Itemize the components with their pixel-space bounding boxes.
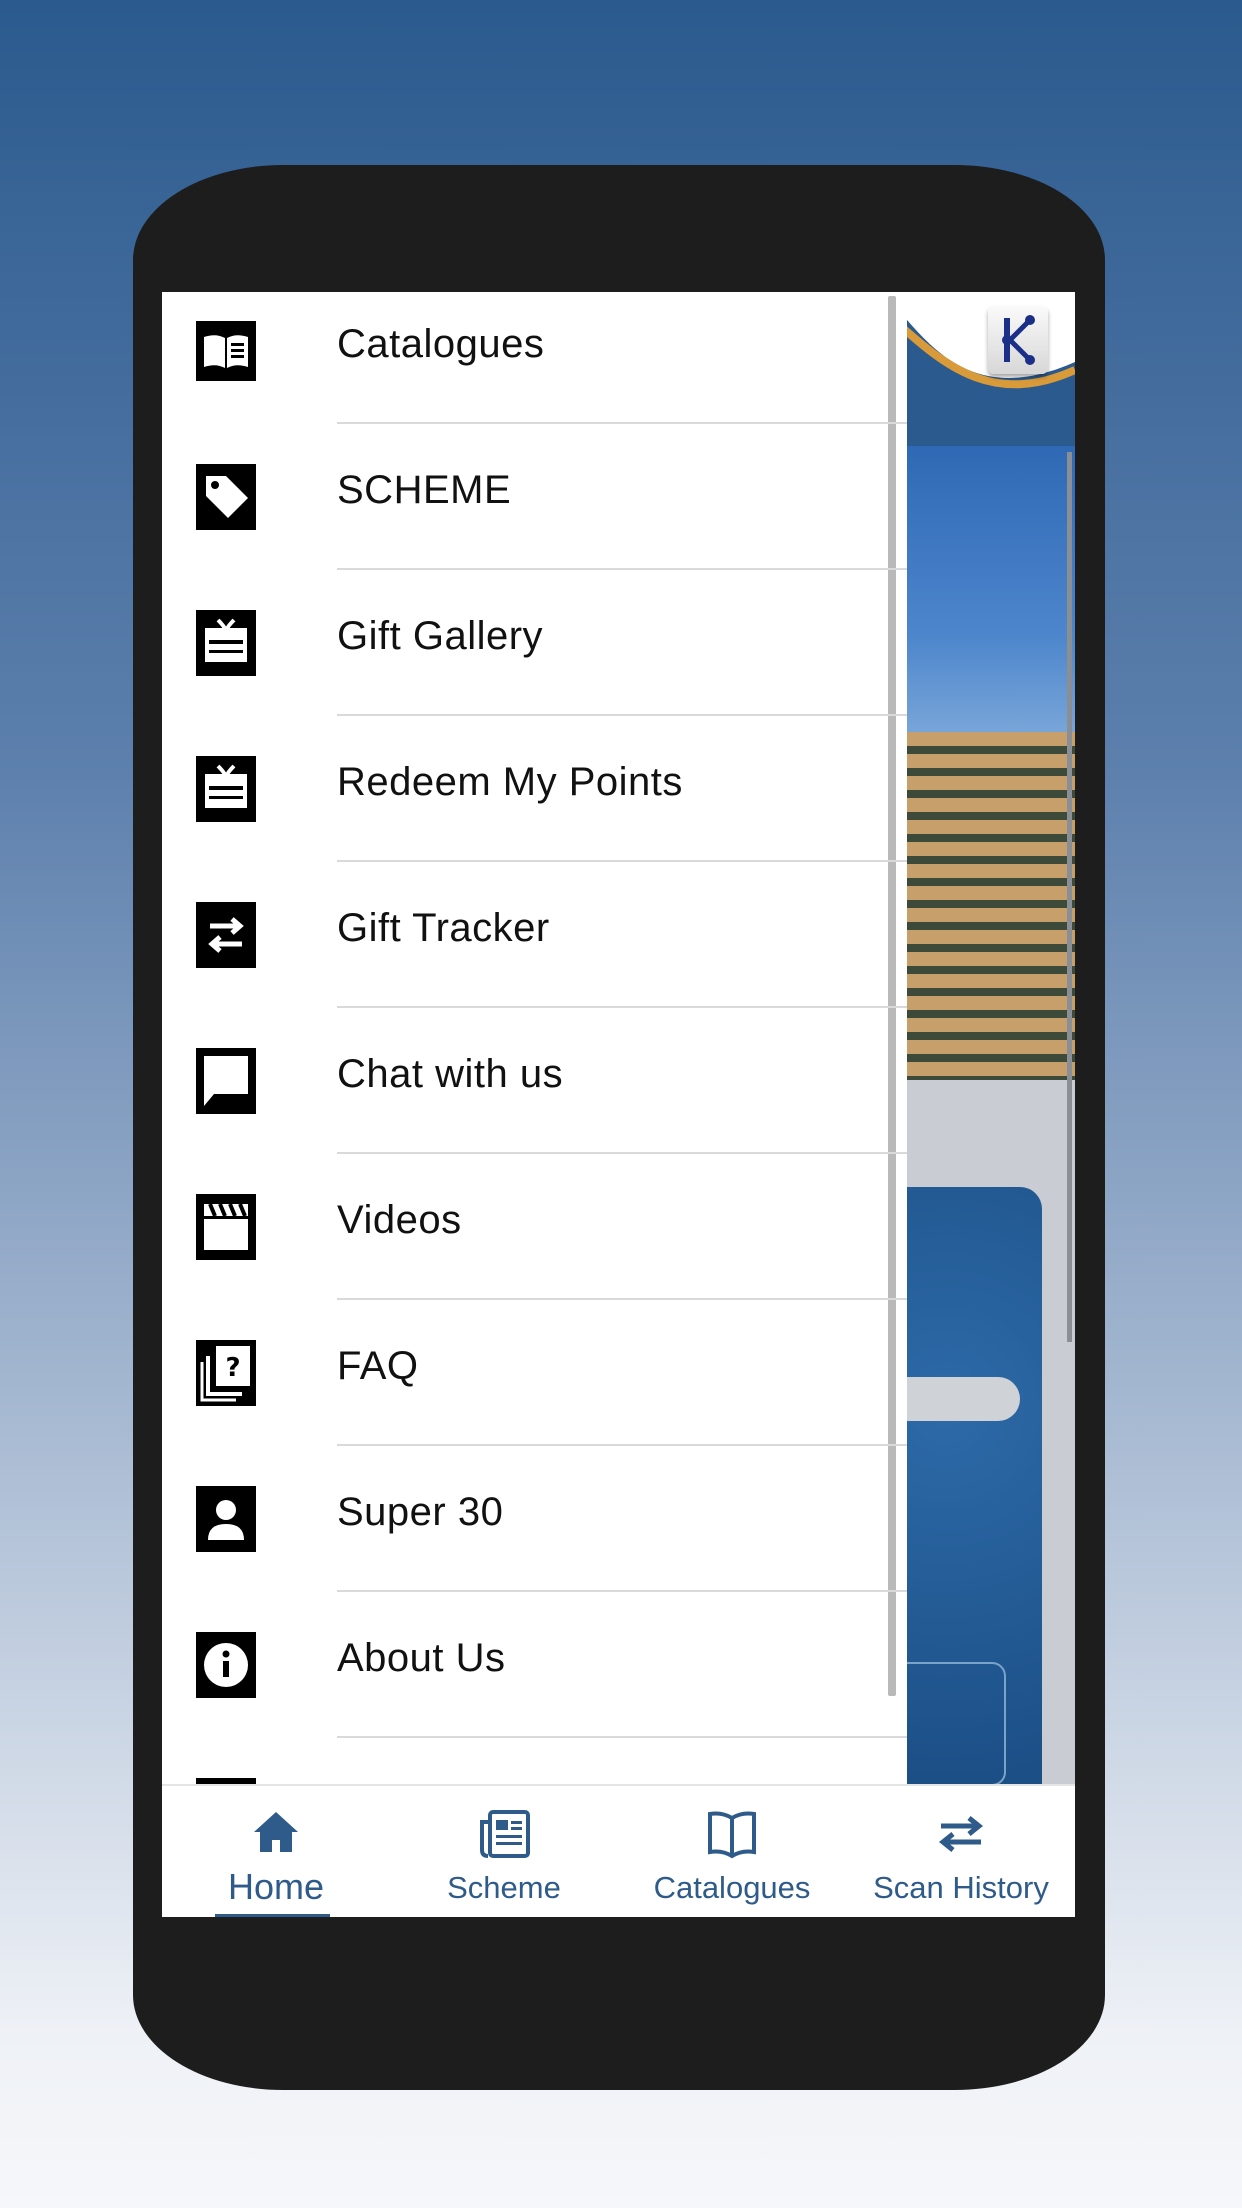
divider <box>337 1444 907 1446</box>
navigation-drawer: Catalogues SCHEME Gift Gallery Redeem My… <box>162 292 907 1784</box>
drawer-item-label: FAQ <box>337 1344 419 1388</box>
divider <box>337 860 907 862</box>
drawer-item-videos[interactable]: Videos <box>162 1168 907 1314</box>
book-icon <box>195 318 257 384</box>
chat-bubble-icon <box>195 1048 257 1114</box>
drawer-item-redeem-my-points[interactable]: Redeem My Points <box>162 730 907 876</box>
info-icon <box>195 1632 257 1698</box>
nav-tab-scan-history[interactable]: Scan History <box>847 1786 1075 1917</box>
nav-tab-catalogues[interactable]: Catalogues <box>618 1786 846 1917</box>
drawer-item-catalogues[interactable]: Catalogues <box>162 292 907 438</box>
divider <box>337 1736 907 1738</box>
active-tab-indicator <box>215 1914 330 1917</box>
drawer-item-label: Chat with us <box>337 1052 564 1096</box>
drawer-item-partial[interactable] <box>162 1752 907 1784</box>
drawer-item-about-us[interactable]: About Us <box>162 1606 907 1752</box>
divider <box>337 1006 907 1008</box>
divider <box>337 422 907 424</box>
swap-arrows-icon <box>195 902 257 968</box>
svg-text:?: ? <box>225 1353 240 1383</box>
divider <box>337 1152 907 1154</box>
drawer-item-label: Redeem My Points <box>337 760 683 804</box>
app-logo[interactable] <box>988 306 1048 374</box>
drawer-item-scheme[interactable]: SCHEME <box>162 438 907 584</box>
gift-card-icon <box>195 756 257 822</box>
drawer-item-label: Catalogues <box>337 322 545 366</box>
clapperboard-icon <box>195 1194 257 1260</box>
drawer-item-label: SCHEME <box>337 468 512 512</box>
nav-tab-home[interactable]: Home <box>162 1786 390 1917</box>
swap-arrows-icon <box>847 1806 1075 1866</box>
nav-tab-label: Catalogues <box>653 1870 811 1905</box>
bottom-navigation-bar: Home Scheme Catalogues Scan History <box>162 1784 1075 1917</box>
drawer-item-label: About Us <box>337 1636 506 1680</box>
home-icon <box>162 1806 390 1866</box>
divider <box>337 1590 907 1592</box>
drawer-item-label: Super 30 <box>337 1490 504 1534</box>
divider <box>337 1298 907 1300</box>
nav-tab-label: Home <box>227 1866 325 1907</box>
nav-tab-label: Scheme <box>447 1870 561 1905</box>
drawer-item-gift-tracker[interactable]: Gift Tracker <box>162 876 907 1022</box>
person-icon <box>195 1486 257 1552</box>
drawer-item-chat-with-us[interactable]: Chat with us <box>162 1022 907 1168</box>
divider <box>337 568 907 570</box>
drawer-item-label: Videos <box>337 1198 462 1242</box>
tag-icon <box>195 464 257 530</box>
drawer-item-super-30[interactable]: Super 30 <box>162 1460 907 1606</box>
drawer-item-label: Gift Gallery <box>337 614 544 658</box>
gift-card-icon <box>195 610 257 676</box>
drawer-item-gift-gallery[interactable]: Gift Gallery <box>162 584 907 730</box>
app-screen: Catalogues SCHEME Gift Gallery Redeem My… <box>162 292 1075 1917</box>
open-book-icon <box>618 1806 846 1866</box>
drawer-item-label: Gift Tracker <box>337 906 550 950</box>
banner-building-graphic <box>897 732 1075 1080</box>
drawer-item-faq[interactable]: ? FAQ <box>162 1314 907 1460</box>
content-scrollbar[interactable] <box>1067 452 1072 1342</box>
nav-tab-label: Scan History <box>873 1870 1049 1905</box>
nav-tab-scheme[interactable]: Scheme <box>390 1786 618 1917</box>
question-library-icon: ? <box>195 1340 257 1406</box>
divider <box>337 714 907 716</box>
newspaper-icon <box>390 1806 618 1866</box>
